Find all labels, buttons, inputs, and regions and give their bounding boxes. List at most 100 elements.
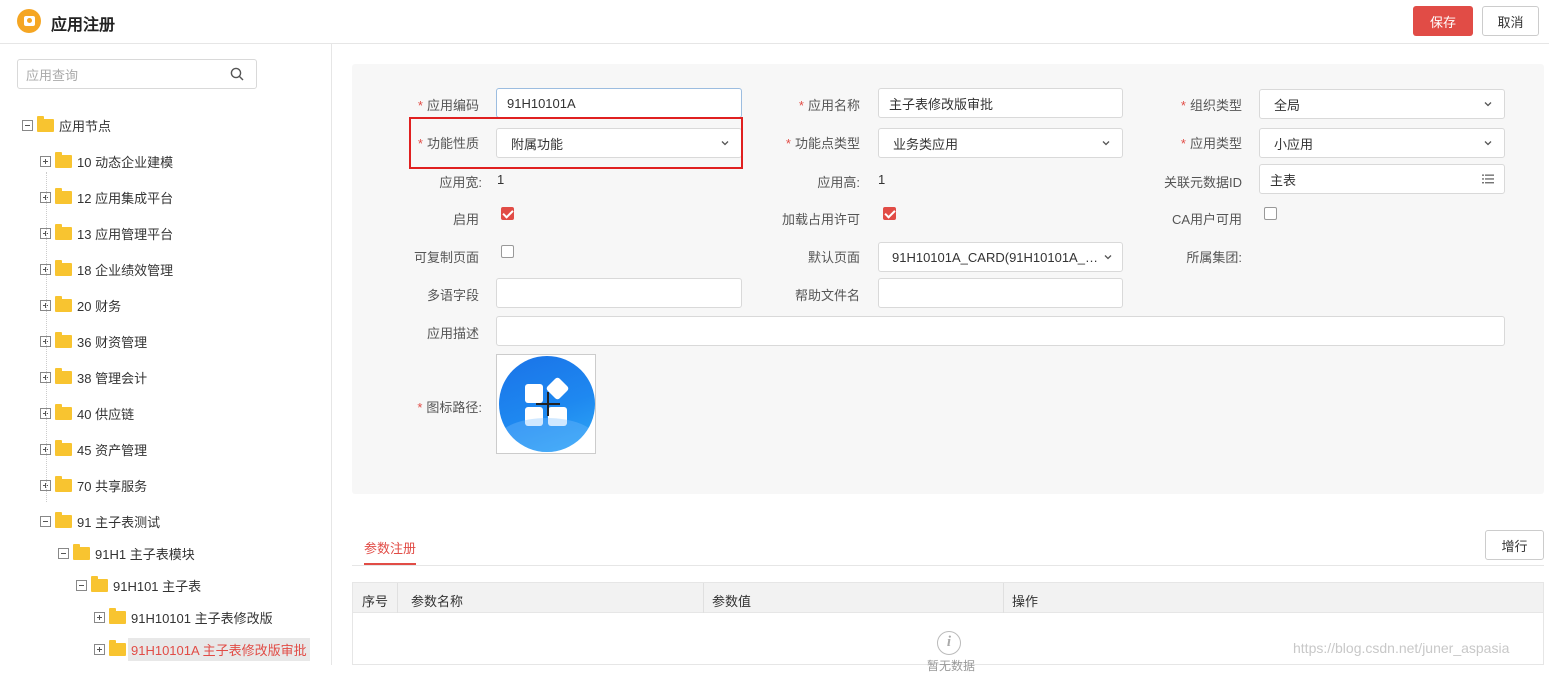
empty-text: 暂无数据 [927,659,976,673]
app-height-label: 应用高: [817,175,860,190]
tree-guide-line [46,172,47,502]
icon-path-label: * 图标路径: [417,400,482,415]
column-header-index: 序号 [362,594,389,609]
chevron-down-icon [1104,255,1112,260]
app-width-value: 1 [497,172,505,187]
enabled-checkbox[interactable] [501,207,514,220]
tree-node-label: 45 资产管理 [77,442,148,458]
tree-node-label: 38 管理会计 [77,370,148,386]
chevron-down-icon [1484,102,1492,107]
tree-node[interactable]: 36 财资管理 [40,330,150,352]
default-page-select[interactable]: 91H10101A_CARD(91H10101A_CARD) [878,242,1123,272]
folder-icon [73,543,90,560]
default-page-label: 默认页面 [807,250,860,265]
cancel-button[interactable]: 取消 [1482,6,1539,36]
tree-node-label: 40 供应链 [77,406,135,422]
add-row-button[interactable]: 增行 [1485,530,1544,560]
tree-node-label: 91H101 主子表 [113,578,202,594]
folder-icon [55,403,72,420]
ca-user-label: CA用户可用 [1171,212,1242,227]
ca-user-checkbox[interactable] [1264,207,1277,220]
table-header: 序号 参数名称 参数值 操作 [353,583,1543,613]
tree-node[interactable]: 45 资产管理 [40,438,150,460]
highlight-box [409,117,743,169]
expand-icon[interactable] [40,155,51,167]
tree-node-label: 91H10101 主子表修改版 [131,610,273,626]
tree-node-label: 36 财资管理 [77,334,148,350]
tree-node[interactable]: 应用节点 [22,114,114,136]
copyable-checkbox[interactable] [501,245,514,258]
tree-node[interactable]: 18 企业绩效管理 [40,258,176,280]
multilang-input[interactable] [496,278,742,308]
tree-node[interactable]: 91H1 主子表模块 [58,542,198,564]
tree-node[interactable]: 91H101 主子表 [76,574,204,596]
collapse-icon[interactable] [40,515,51,527]
load-license-label: 加载占用许可 [781,212,860,227]
tree-node-label: 20 财务 [77,298,122,314]
tree-node[interactable]: 91H10101A 主子表修改版审批 [94,637,310,661]
folder-icon [91,575,108,592]
folder-icon [55,223,72,240]
org-type-select[interactable]: 全局 [1259,89,1505,119]
search-icon[interactable] [230,67,244,81]
save-button[interactable]: 保存 [1413,6,1473,36]
description-input[interactable] [496,316,1505,346]
tree-node-label: 12 应用集成平台 [77,190,174,206]
tree-node[interactable]: 13 应用管理平台 [40,222,176,244]
tree-node-label: 18 企业绩效管理 [77,262,174,278]
func-point-type-label: * 功能点类型 [785,136,860,151]
help-file-input[interactable] [878,278,1123,308]
column-header-param-value: 参数值 [712,594,752,609]
enabled-label: 启用 [452,212,479,227]
tab-params-register[interactable]: 参数注册 [364,538,416,557]
column-header-actions: 操作 [1012,594,1039,609]
icon-upload[interactable] [496,354,596,454]
tree-node[interactable]: 38 管理会计 [40,366,150,388]
tree-node[interactable]: 12 应用集成平台 [40,186,176,208]
folder-icon [55,331,72,348]
org-type-label: * 组织类型 [1180,98,1242,113]
tree-node[interactable]: 70 共享服务 [40,474,150,496]
app-name-input[interactable]: 主子表修改版审批 [878,88,1123,118]
tree-node[interactable]: 20 财务 [40,294,124,316]
copyable-label: 可复制页面 [413,250,479,265]
folder-icon [55,187,72,204]
column-header-param-name: 参数名称 [411,594,464,609]
folder-icon [37,115,54,132]
app-search-input[interactable] [26,66,226,84]
folder-icon [55,151,72,168]
func-point-type-select[interactable]: 业务类应用 [878,128,1123,158]
folder-icon [55,439,72,456]
collapse-icon[interactable] [22,119,33,131]
list-icon[interactable] [1482,174,1494,184]
meta-id-label: 关联元数据ID [1163,175,1242,190]
app-width-label: 应用宽: [439,175,482,190]
multilang-label: 多语字段 [426,288,479,303]
load-license-checkbox[interactable] [883,207,896,220]
app-search-box[interactable] [17,59,257,89]
watermark: https://blog.csdn.net/juner_aspasia [1293,640,1510,656]
folder-icon [55,367,72,384]
chevron-down-icon [1102,141,1110,146]
app-type-label: * 应用类型 [1180,136,1242,151]
chevron-down-icon [1484,141,1492,146]
tree-node[interactable]: 10 动态企业建模 [40,150,176,172]
tree-node[interactable]: 91 主子表测试 [40,510,163,532]
meta-id-input[interactable]: 主表 [1259,164,1505,194]
app-name-label: * 应用名称 [798,98,860,113]
app-type-select[interactable]: 小应用 [1259,128,1505,158]
expand-icon[interactable] [94,611,105,623]
folder-icon [109,607,126,624]
collapse-icon[interactable] [76,579,87,591]
app-code-input[interactable]: 91H10101A [496,88,742,118]
tree-node[interactable]: 40 供应链 [40,402,137,424]
folder-icon [109,639,126,656]
expand-icon[interactable] [94,643,105,655]
group-label: 所属集团: [1186,250,1242,265]
sidebar: 应用节点 10 动态企业建模 12 应用集成平台 13 应用管理平台 18 企业绩效管理… [0,44,332,665]
tree-node[interactable]: 91H10101 主子表修改版 [94,606,276,628]
collapse-icon[interactable] [58,547,69,559]
page-title: 应用注册 [51,17,116,34]
tree-node-label: 应用节点 [59,118,112,134]
tree-node-label: 91 主子表测试 [77,514,161,530]
